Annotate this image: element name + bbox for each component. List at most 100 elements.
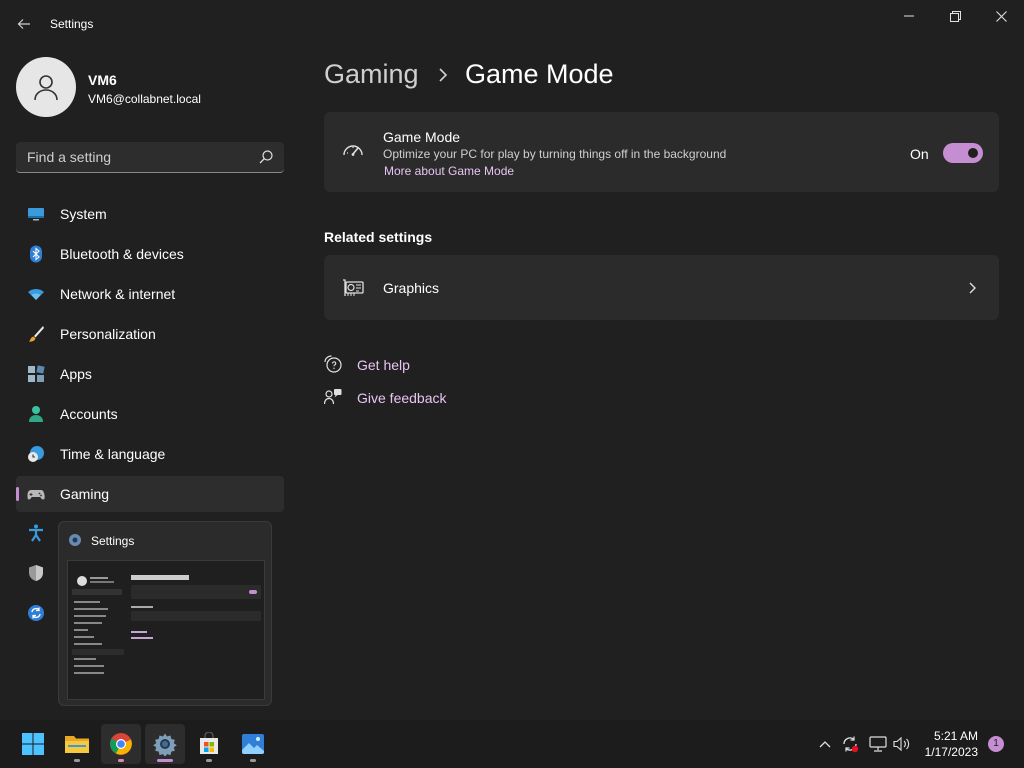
tray-network[interactable] bbox=[868, 734, 888, 754]
taskbar-photos[interactable] bbox=[233, 724, 273, 764]
taskbar-settings[interactable] bbox=[145, 724, 185, 764]
brush-icon bbox=[29, 326, 44, 342]
settings-icon bbox=[153, 733, 177, 756]
back-arrow-icon bbox=[17, 19, 30, 29]
sidebar-item-label: Bluetooth & devices bbox=[60, 246, 184, 262]
sidebar-item-accounts[interactable]: Accounts bbox=[16, 396, 284, 432]
taskbar-preview[interactable]: Settings bbox=[58, 521, 272, 706]
search-box bbox=[16, 142, 284, 173]
network-icon bbox=[869, 736, 887, 752]
person-icon bbox=[29, 406, 43, 422]
volume-icon bbox=[893, 736, 910, 752]
sidebar-item-label: Network & internet bbox=[60, 286, 176, 302]
feedback-icon bbox=[324, 389, 342, 405]
give-feedback-label: Give feedback bbox=[357, 390, 447, 406]
notification-badge[interactable]: 1 bbox=[988, 736, 1004, 752]
preview-thumbnail bbox=[67, 560, 265, 700]
clock-date[interactable]: 1/17/2023 bbox=[918, 745, 978, 759]
toggle-state-label: On bbox=[910, 146, 929, 162]
wifi-icon bbox=[28, 289, 44, 300]
breadcrumb-parent[interactable]: Gaming bbox=[324, 59, 419, 90]
clock-time[interactable]: 5:21 AM bbox=[930, 729, 978, 743]
graphics-link-card[interactable]: Graphics bbox=[324, 255, 999, 320]
user-name: VM6 bbox=[88, 72, 117, 88]
avatar[interactable] bbox=[16, 57, 76, 117]
running-indicator bbox=[250, 759, 256, 762]
taskbar-file-explorer[interactable] bbox=[57, 724, 97, 764]
sidebar-item-time-language[interactable]: Time & language bbox=[16, 436, 284, 472]
toggle-knob bbox=[968, 148, 978, 158]
restore-button[interactable] bbox=[932, 0, 978, 32]
app-title: Settings bbox=[50, 17, 94, 31]
taskbar-chrome[interactable] bbox=[101, 724, 141, 764]
search-input[interactable] bbox=[16, 142, 256, 172]
game-mode-title: Game Mode bbox=[383, 129, 461, 145]
graphics-card-icon bbox=[343, 279, 364, 296]
game-mode-card: Game Mode Optimize your PC for play by t… bbox=[324, 112, 999, 192]
tray-volume[interactable] bbox=[892, 734, 912, 754]
windows-update-icon[interactable] bbox=[27, 604, 45, 622]
bluetooth-icon bbox=[30, 245, 42, 263]
file-explorer-icon bbox=[65, 736, 89, 753]
taskbar bbox=[0, 720, 1024, 768]
sidebar-item-label: System bbox=[60, 206, 107, 222]
sidebar-item-label: Time & language bbox=[60, 446, 166, 462]
gamepad-icon bbox=[27, 490, 45, 500]
minimize-icon bbox=[904, 15, 914, 17]
help-chat-icon bbox=[324, 355, 342, 373]
accessibility-icon[interactable] bbox=[27, 524, 45, 542]
user-icon bbox=[34, 75, 58, 101]
preview-title: Settings bbox=[91, 534, 135, 548]
tray-sync-status[interactable] bbox=[840, 734, 860, 754]
photos-icon bbox=[242, 734, 264, 754]
settings-gear-icon bbox=[69, 534, 81, 546]
speedometer-icon bbox=[343, 145, 363, 156]
sidebar-item-label: Gaming bbox=[60, 486, 110, 502]
sidebar-item-label: Personalization bbox=[60, 326, 156, 342]
title-bar: Settings bbox=[0, 0, 1024, 48]
search-icon[interactable] bbox=[258, 149, 274, 165]
running-indicator bbox=[74, 759, 80, 762]
close-icon bbox=[995, 10, 1007, 22]
back-button[interactable] bbox=[10, 10, 38, 38]
chevron-right-icon bbox=[439, 68, 448, 82]
chrome-icon bbox=[110, 733, 132, 755]
chevron-right-icon bbox=[969, 282, 976, 294]
monitor-icon bbox=[28, 208, 44, 221]
start-icon bbox=[22, 733, 44, 755]
store-icon bbox=[200, 732, 218, 754]
user-email: VM6@collabnet.local bbox=[88, 92, 201, 106]
sidebar-item-apps[interactable]: Apps bbox=[16, 356, 284, 392]
shield-icon[interactable] bbox=[27, 564, 45, 582]
sidebar-item-label: Accounts bbox=[60, 406, 118, 422]
sidebar-item-label: Apps bbox=[60, 366, 92, 382]
thumbnail-image bbox=[68, 561, 264, 699]
game-mode-toggle[interactable] bbox=[943, 143, 983, 163]
sidebar-item-bluetooth[interactable]: Bluetooth & devices bbox=[16, 236, 284, 272]
close-button[interactable] bbox=[978, 0, 1024, 32]
get-help-link[interactable]: Get help bbox=[324, 355, 410, 373]
sidebar-item-personalization[interactable]: Personalization bbox=[16, 316, 284, 352]
give-feedback-link[interactable]: Give feedback bbox=[324, 388, 447, 406]
sidebar-item-system[interactable]: System bbox=[16, 196, 284, 232]
sidebar-item-network[interactable]: Network & internet bbox=[16, 276, 284, 312]
active-indicator bbox=[157, 759, 173, 762]
chevron-up-icon bbox=[819, 741, 831, 748]
sidebar-item-gaming[interactable]: Gaming bbox=[16, 476, 284, 512]
running-indicator bbox=[118, 759, 124, 762]
get-help-label: Get help bbox=[357, 357, 410, 373]
running-indicator bbox=[206, 759, 212, 762]
taskbar-store[interactable] bbox=[189, 724, 229, 764]
start-button[interactable] bbox=[13, 724, 53, 764]
sync-alert-icon bbox=[843, 736, 859, 753]
graphics-label: Graphics bbox=[383, 280, 440, 296]
minimize-button[interactable] bbox=[886, 0, 932, 32]
globe-clock-icon bbox=[28, 446, 44, 462]
related-settings-heading: Related settings bbox=[324, 229, 433, 245]
show-hidden-icons-button[interactable] bbox=[815, 734, 835, 754]
selected-indicator bbox=[16, 487, 19, 501]
restore-icon bbox=[949, 10, 961, 22]
page-title: Game Mode bbox=[465, 59, 614, 89]
more-about-game-mode-link[interactable]: More about Game Mode bbox=[384, 164, 514, 178]
game-mode-description: Optimize your PC for play by turning thi… bbox=[383, 147, 727, 161]
